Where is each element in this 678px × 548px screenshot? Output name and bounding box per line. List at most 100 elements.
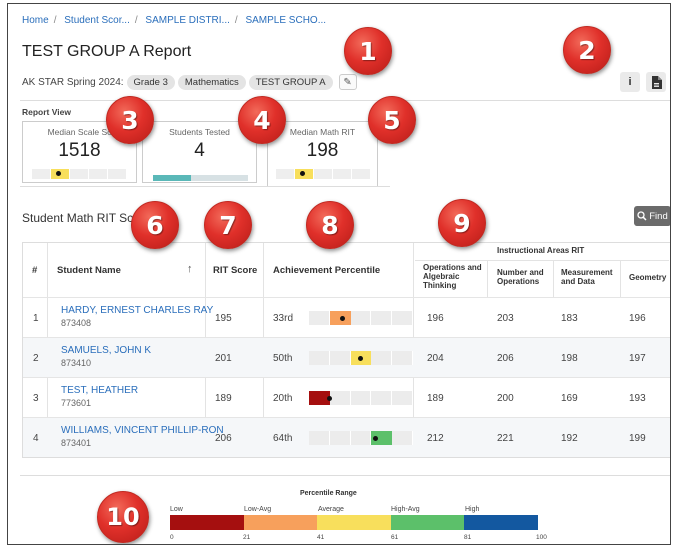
percentile-bar [309,311,413,325]
table-row[interactable]: 1 HARDY, ERNEST CHARLES RAY 873408 195 33rd 1… [23,297,670,338]
geo-score: 197 [629,353,646,364]
col-header-oat[interactable]: Operations and Algebraic Thinking [423,263,485,290]
rit-score: 189 [215,393,232,404]
pencil-icon[interactable]: ✎ [338,74,357,90]
percentile-cell: 50th [273,338,413,378]
oat-score: 204 [427,353,444,364]
assessment-label: AK STAR Spring 2024: [22,76,124,88]
md-score: 192 [561,433,578,444]
divider [20,475,670,476]
callout-badge-3: 3 [106,96,154,144]
table-row[interactable]: 3 TEST, HEATHER 773601 189 20th 189 200 169 193 [23,377,670,418]
percentile-cell: 64th [273,418,413,458]
divider [20,186,390,187]
md-score: 198 [561,353,578,364]
rit-score: 195 [215,313,232,324]
legend-tick: 81 [464,534,472,541]
callout-badge-5: 5 [368,96,416,144]
find-label: Find [649,210,668,222]
md-score: 183 [561,313,578,324]
legend-label-low-avg: Low-Avg [244,506,272,513]
breadcrumb-school[interactable]: SAMPLE SCHO... [245,15,326,26]
student-name-link[interactable]: WILLIAMS, VINCENT PHILLIP-RON [61,425,224,436]
subject-pill: Mathematics [177,74,246,90]
percentile-text: 33rd [273,313,294,324]
median-dot [56,171,61,176]
find-button[interactable]: Find [634,206,670,226]
info-icon[interactable]: i [620,72,640,92]
row-number: 3 [33,393,39,404]
student-cell: HARDY, ERNEST CHARLES RAY 873408 [61,305,213,328]
mini-range-bar [276,169,371,179]
row-number: 1 [33,313,39,324]
legend-band [464,515,538,530]
breadcrumb-student-scores[interactable]: Student Scor... [64,15,130,26]
card-value: 1518 [58,140,101,161]
callout-badge-2: 2 [563,26,611,74]
md-score: 169 [561,393,578,404]
rit-score: 201 [215,353,232,364]
students-tested-bar [153,175,248,181]
geo-score: 193 [629,393,646,404]
student-cell: SAMUELS, JOHN K 873410 [61,345,151,368]
card-value: 4 [194,140,205,161]
col-header-md[interactable]: Measurement and Data [561,268,619,286]
percentile-text: 64th [273,433,293,444]
legend-label-high-avg: High-Avg [391,506,420,513]
percentile-bar [309,351,413,365]
page-title: TEST GROUP A Report [22,43,192,60]
legend-tick: 100 [536,534,547,541]
percentile-text: 50th [273,353,293,364]
students-tested-fill [153,175,191,181]
report-meta: AK STAR Spring 2024: Grade 3 Mathematics… [22,74,357,90]
student-id: 873401 [61,438,92,448]
nop-score: 203 [497,313,514,324]
student-name-link[interactable]: TEST, HEATHER [61,385,138,396]
sort-arrow-icon[interactable]: ↑ [187,263,193,275]
percentile-legend-bar [170,515,538,530]
group-pill: TEST GROUP A [248,74,333,90]
nop-score: 221 [497,433,514,444]
legend-label-high: High [465,506,480,513]
row-number: 4 [33,433,39,444]
breadcrumb: Home / Student Scor... / SAMPLE DISTRI... /… [22,15,327,26]
student-table: Instructional Areas RIT # Student Name ↑… [22,242,670,458]
student-name-link[interactable]: SAMUELS, JOHN K [61,345,151,356]
col-header-geometry[interactable]: Geometry [629,273,666,282]
col-header-nop[interactable]: Number and Operations [497,268,553,286]
callout-badge-9: 9 [438,199,486,247]
legend-band [317,515,391,530]
col-header-student-name[interactable]: Student Name [57,265,121,276]
pdf-icon[interactable] [646,72,666,92]
row-number: 2 [33,353,39,364]
percentile-bar [309,431,413,445]
report-frame: Home / Student Scor... / SAMPLE DISTRI... /… [7,3,671,545]
legend-band [170,515,244,530]
col-header-rit-score[interactable]: RIT Score [213,265,257,276]
callout-badge-7: 7 [204,201,252,249]
student-id: 773601 [61,398,92,408]
grade-pill: Grade 3 [126,74,175,90]
student-cell: WILLIAMS, VINCENT PHILLIP-RON 873401 [61,425,224,448]
breadcrumb-home[interactable]: Home [22,15,49,26]
col-header-achievement-percentile[interactable]: Achievement Percentile [273,265,380,276]
callout-badge-4: 4 [238,96,286,144]
card-median-math-rit[interactable]: Median Math RIT 198 [267,121,378,187]
student-name-link[interactable]: HARDY, ERNEST CHARLES RAY [61,305,213,316]
table-row[interactable]: 2 SAMUELS, JOHN K 873410 201 50th 204 206 198 19… [23,337,670,378]
report-view-label: Report View [22,107,71,117]
card-value: 198 [306,140,339,161]
percentile-dot [372,436,378,441]
geo-score: 199 [629,433,646,444]
table-row[interactable]: 4 WILLIAMS, VINCENT PHILLIP-RON 873401 206 6… [23,417,670,458]
legend-band [390,515,465,530]
percentile-dot [326,396,332,401]
percentile-cell: 20th [273,378,413,418]
legend-label-average: Average [318,506,344,513]
legend-label-low: Low [170,506,183,513]
student-id: 873410 [61,358,92,368]
percentile-cell: 33rd [273,298,413,338]
callout-badge-1: 1 [344,27,392,75]
legend-tick: 21 [243,534,251,541]
breadcrumb-district[interactable]: SAMPLE DISTRI... [145,15,229,26]
